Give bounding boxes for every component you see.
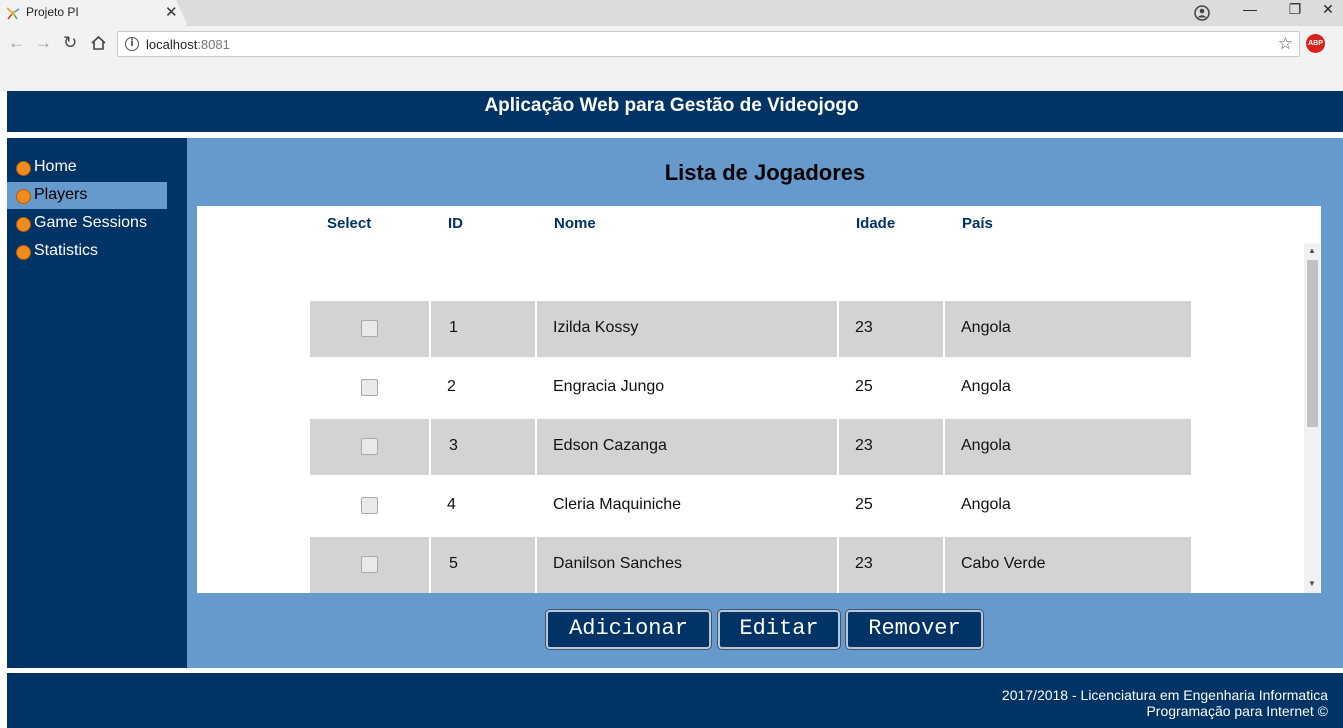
browser-tab[interactable]: Projeto PI ✕ (0, 0, 188, 26)
bullet-icon (16, 161, 31, 176)
tab-close-icon[interactable]: ✕ (165, 3, 178, 21)
cell-pais: Angola (961, 378, 1011, 395)
column-header-select: Select (327, 215, 372, 232)
cell-idade: 23 (855, 319, 873, 336)
info-icon[interactable]: i (125, 37, 139, 51)
sidebar-item-label: Home (34, 158, 77, 175)
sidebar-item-game-sessions[interactable]: Game Sessions (7, 210, 167, 237)
table-row: 4 Cleria Maquiniche 25 Angola (310, 478, 1191, 534)
sidebar-item-home[interactable]: Home (7, 154, 167, 181)
column-header-id: ID (448, 215, 463, 232)
action-buttons: Adicionar Editar Remover (187, 610, 1343, 650)
sidebar-item-label: Game Sessions (34, 214, 147, 231)
cell-nome: Engracia Jungo (553, 378, 665, 395)
bookmark-star-icon[interactable]: ☆ (1278, 34, 1293, 54)
scroll-down-icon[interactable]: ▼ (1308, 579, 1316, 588)
url-text[interactable]: localhost:8081 (146, 37, 230, 52)
column-header-idade: Idade (856, 215, 896, 232)
cell-id: 2 (447, 378, 456, 395)
cell-nome: Izilda Kossy (553, 319, 639, 336)
page-title: Lista de Jogadores (664, 160, 866, 185)
cell-nome: Cleria Maquiniche (553, 496, 682, 513)
players-table[interactable]: Select ID Nome Idade País 1 Izilda Kossy… (197, 206, 1321, 593)
restore-button[interactable]: ❐ (1275, 1, 1315, 23)
bullet-icon (16, 217, 31, 232)
cell-idade: 25 (855, 378, 873, 395)
column-header-nome: Nome (554, 215, 596, 232)
cell-pais: Cabo Verde (961, 555, 1046, 572)
scroll-up-icon[interactable]: ▲ (1308, 246, 1316, 255)
row-select-checkbox[interactable] (361, 497, 378, 514)
scroll-thumb[interactable] (1307, 260, 1318, 427)
table-row: 2 Engracia Jungo 25 Angola (310, 360, 1191, 416)
cell-id: 5 (449, 555, 458, 572)
site-header: Aplicação Web para Gestão de Videojogo (7, 91, 1343, 132)
sidebar: Home Players Game Sessions Statistics (7, 138, 187, 668)
row-select-checkbox[interactable] (361, 320, 378, 337)
bullet-icon (16, 189, 31, 204)
column-header-pais: País (962, 215, 993, 232)
table-row: 3 Edson Cazanga 23 Angola (310, 419, 1191, 475)
site-footer: 2017/2018 - Licenciatura em Engenharia I… (7, 673, 1343, 728)
cell-pais: Angola (961, 437, 1011, 454)
adblock-icon[interactable]: ABP (1306, 34, 1325, 53)
browser-toolbar: ← → ↻ i localhost:8081 ☆ ABP (0, 26, 1343, 63)
cell-nome: Danilson Sanches (553, 555, 682, 572)
cell-idade: 23 (855, 555, 873, 572)
cell-id: 1 (449, 319, 458, 336)
address-bar[interactable]: i localhost:8081 ☆ (117, 31, 1300, 57)
favicon-icon (6, 7, 20, 20)
window-close-button[interactable]: ✕ (1313, 1, 1343, 23)
row-select-checkbox[interactable] (361, 379, 378, 396)
add-button[interactable]: Adicionar (546, 610, 711, 649)
sidebar-item-label: Players (34, 186, 88, 203)
row-select-checkbox[interactable] (361, 556, 378, 573)
minimize-button[interactable]: — (1230, 1, 1270, 23)
cell-idade: 25 (855, 496, 873, 513)
footer-subject: Programação para Internet © (1146, 703, 1328, 719)
bullet-icon (16, 245, 31, 260)
cell-id: 4 (447, 496, 456, 513)
forward-icon[interactable]: → (35, 34, 52, 52)
browser-tabbar: Projeto PI ✕ — ❐ ✕ (0, 0, 1343, 26)
row-select-checkbox[interactable] (361, 438, 378, 455)
table-row: 5 Danilson Sanches 23 Cabo Verde (310, 537, 1191, 593)
cell-id: 3 (449, 437, 458, 454)
cell-idade: 23 (855, 437, 873, 454)
cell-pais: Angola (961, 496, 1011, 513)
profile-icon[interactable] (1194, 5, 1210, 21)
page: Aplicação Web para Gestão de Videojogo H… (7, 91, 1343, 728)
table-scrollbar[interactable]: ▲ ▼ (1304, 243, 1320, 593)
remove-button[interactable]: Remover (846, 610, 983, 649)
tab-title: Projeto PI (26, 5, 79, 19)
edit-button[interactable]: Editar (718, 610, 840, 649)
main-content: Lista de Jogadores Select ID Nome Idade … (187, 138, 1343, 668)
footer-course: 2017/2018 - Licenciatura em Engenharia I… (1001, 687, 1328, 703)
table-row: 1 Izilda Kossy 23 Angola (310, 301, 1191, 357)
sidebar-item-statistics[interactable]: Statistics (7, 238, 167, 265)
cell-nome: Edson Cazanga (553, 437, 667, 454)
cell-pais: Angola (961, 319, 1011, 336)
home-icon[interactable] (90, 35, 107, 51)
browser-spacer (0, 63, 1343, 91)
reload-icon[interactable]: ↻ (63, 34, 77, 52)
site-title: Aplicação Web para Gestão de Videojogo (484, 95, 859, 116)
sidebar-item-label: Statistics (34, 242, 99, 259)
back-icon[interactable]: ← (8, 34, 25, 52)
sidebar-item-players[interactable]: Players (7, 182, 167, 209)
